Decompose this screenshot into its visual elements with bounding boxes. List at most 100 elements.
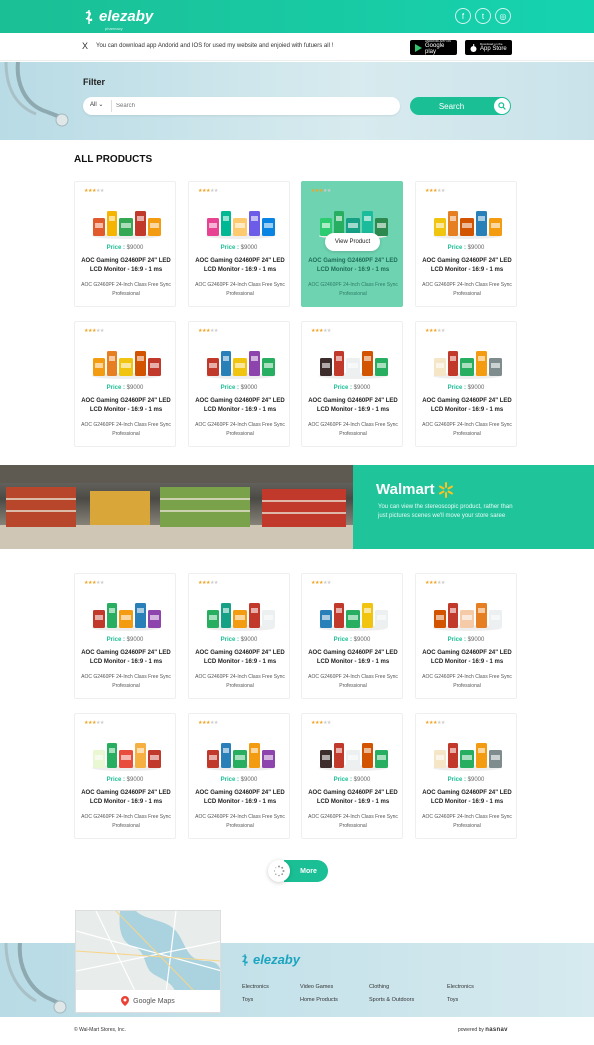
map-image [76,911,220,994]
product-name[interactable]: AOC Gaming G2460PF 24" LED LCD Monitor -… [306,649,400,667]
map-embed[interactable]: Google Maps [75,910,221,1013]
product-price: Price : $9000 [220,637,258,643]
footer-link[interactable]: Clothing [369,984,389,990]
product-description: AOC G2460PF 24-Inch Class Free Sync Prof… [422,422,512,437]
product-description: AOC G2460PF 24-Inch Class Free Sync Prof… [81,422,171,437]
product-description: AOC G2460PF 24-Inch Class Free Sync Prof… [422,674,512,689]
product-name[interactable]: AOC Gaming G2460PF 24" LED LCD Monitor -… [306,257,400,275]
product-name[interactable]: AOC Gaming G2460PF 24" LED LCD Monitor -… [193,257,287,275]
product-name[interactable]: AOC Gaming G2460PF 24" LED LCD Monitor -… [79,649,173,667]
footer-link[interactable]: Home Products [300,997,338,1003]
product-image [89,586,163,632]
product-description: AOC G2460PF 24-Inch Class Free Sync Prof… [308,674,398,689]
instagram-icon[interactable]: ◎ [495,8,511,24]
product-description: AOC G2460PF 24-Inch Class Free Sync Prof… [195,422,285,437]
product-image [316,726,390,772]
product-card[interactable]: ★★★★★Price : $9000AOC Gaming G2460PF 24"… [74,713,176,839]
product-price: Price : $9000 [106,637,144,643]
nasnav-logo[interactable]: nasnav [485,1027,507,1033]
footer-link[interactable]: Toys [242,997,253,1003]
product-name[interactable]: AOC Gaming G2460PF 24" LED LCD Monitor -… [420,649,514,667]
google-play-icon [415,43,422,52]
google-play-button[interactable]: ANDROID APP ON Google play [410,40,457,55]
product-card[interactable]: ★★★★★Price : $9000AOC Gaming G2460PF 24"… [188,713,290,839]
footer-logo[interactable]: elezaby [240,952,300,967]
product-card[interactable]: ★★★★★Price : $9000AOC Gaming G2460PF 24"… [301,321,403,447]
product-card[interactable]: ★★★★★Price : $9000AOC Gaming G2460PF 24"… [415,573,517,699]
twitter-icon[interactable]: t [475,8,491,24]
product-card[interactable]: ★★★★★Price : $9000AOC Gaming G2460PF 24"… [415,713,517,839]
product-card[interactable]: ★★★★★Price : $9000AOC Gaming G2460PF 24"… [74,181,176,307]
product-description: AOC G2460PF 24-Inch Class Free Sync Prof… [81,674,171,689]
product-price: Price : $9000 [106,385,144,391]
elezaby-logo[interactable]: elezaby pharmacy [83,8,153,31]
product-image [203,194,277,240]
product-name[interactable]: AOC Gaming G2460PF 24" LED LCD Monitor -… [79,257,173,275]
footer-link[interactable]: Sports & Outdoors [369,997,414,1003]
product-price: Price : $9000 [333,777,371,783]
product-price: Price : $9000 [333,637,371,643]
view-product-button[interactable]: View Product [325,233,380,251]
product-name[interactable]: AOC Gaming G2460PF 24" LED LCD Monitor -… [193,397,287,415]
product-name[interactable]: AOC Gaming G2460PF 24" LED LCD Monitor -… [79,789,173,807]
product-name[interactable]: AOC Gaming G2460PF 24" LED LCD Monitor -… [79,397,173,415]
search-button[interactable]: Search [410,97,511,115]
product-card[interactable]: ★★★★★Price : $9000AOC Gaming G2460PF 24"… [415,321,517,447]
app-download-notice: X You can download app Andorid and IOS f… [0,33,594,61]
powered-by: powered by nasnav [458,1027,508,1033]
product-card[interactable]: ★★★★★Price : $9000AOC Gaming G2460PF 24"… [188,321,290,447]
product-description: AOC G2460PF 24-Inch Class Free Sync Prof… [422,814,512,829]
store-aisle-image [0,465,353,549]
product-price: Price : $9000 [447,385,485,391]
product-price: Price : $9000 [220,385,258,391]
product-name[interactable]: AOC Gaming G2460PF 24" LED LCD Monitor -… [420,397,514,415]
product-card[interactable]: ★★★★★Price : $9000AOC Gaming G2460PF 24"… [415,181,517,307]
footer-link[interactable]: Electronics [447,984,474,990]
product-image [89,334,163,380]
product-name[interactable]: AOC Gaming G2460PF 24" LED LCD Monitor -… [420,257,514,275]
product-price: Price : $9000 [220,777,258,783]
product-name[interactable]: AOC Gaming G2460PF 24" LED LCD Monitor -… [193,649,287,667]
product-description: AOC G2460PF 24-Inch Class Free Sync Prof… [81,282,171,297]
product-card[interactable]: ★★★★★Price : $9000AOC Gaming G2460PF 24"… [301,181,403,307]
product-card[interactable]: ★★★★★Price : $9000AOC Gaming G2460PF 24"… [74,573,176,699]
google-maps-label[interactable]: Google Maps [76,990,220,1012]
product-name[interactable]: AOC Gaming G2460PF 24" LED LCD Monitor -… [193,789,287,807]
category-select[interactable]: All ⌄ [90,101,103,108]
product-price: Price : $9000 [447,637,485,643]
product-price: Price : $9000 [220,245,258,251]
chevron-down-icon: ⌄ [98,102,104,108]
filter-title: Filter [83,77,106,87]
product-card[interactable]: ★★★★★Price : $9000AOC Gaming G2460PF 24"… [74,321,176,447]
footer-link[interactable]: Video Games [300,984,333,990]
product-card[interactable]: ★★★★★Price : $9000AOC Gaming G2460PF 24"… [301,573,403,699]
product-price: Price : $9000 [447,245,485,251]
footer-link[interactable]: Electronics [242,984,269,990]
stethoscope-image [4,62,69,127]
product-card[interactable]: ★★★★★Price : $9000AOC Gaming G2460PF 24"… [188,181,290,307]
product-image [430,194,504,240]
product-card[interactable]: ★★★★★Price : $9000AOC Gaming G2460PF 24"… [188,573,290,699]
product-card[interactable]: ★★★★★Price : $9000AOC Gaming G2460PF 24"… [301,713,403,839]
app-store-button[interactable]: Download on the App Store [465,40,512,55]
loading-spinner-icon [268,860,290,882]
search-input[interactable] [116,100,386,112]
footer-link[interactable]: Toys [447,997,458,1003]
product-name[interactable]: AOC Gaming G2460PF 24" LED LCD Monitor -… [306,397,400,415]
caduceus-icon [242,953,248,966]
product-name[interactable]: AOC Gaming G2460PF 24" LED LCD Monitor -… [306,789,400,807]
product-image [316,334,390,380]
map-pin-icon [121,996,130,1006]
notice-message: You can download app Andorid and IOS for… [96,43,334,49]
more-button[interactable]: More [284,860,328,882]
product-image [203,334,277,380]
more-button-group[interactable]: More [268,860,328,882]
product-description: AOC G2460PF 24-Inch Class Free Sync Prof… [308,422,398,437]
product-description: AOC G2460PF 24-Inch Class Free Sync Prof… [81,814,171,829]
section-title: ALL PRODUCTS [74,154,153,165]
close-icon[interactable]: X [82,41,88,51]
product-name[interactable]: AOC Gaming G2460PF 24" LED LCD Monitor -… [420,789,514,807]
product-image [316,586,390,632]
facebook-icon[interactable]: f [455,8,471,24]
spark-icon [438,481,453,498]
